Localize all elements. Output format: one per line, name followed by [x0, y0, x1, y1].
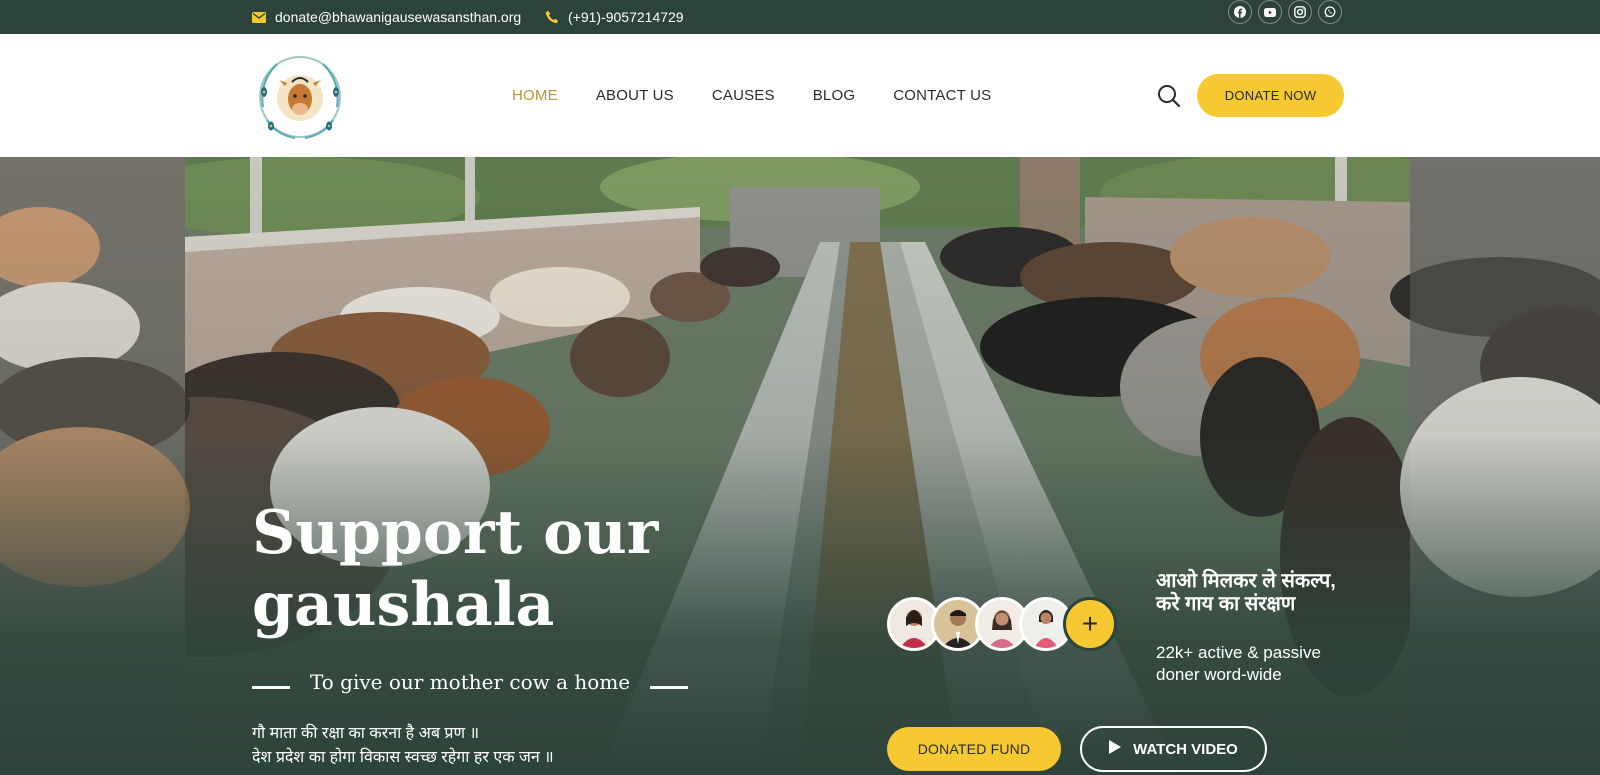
- envelope-icon: [252, 11, 266, 23]
- social-links: [1228, 0, 1342, 24]
- donor-count: 22k+ active & passive doner word-wide: [1156, 643, 1321, 684]
- add-donor-button[interactable]: +: [1063, 597, 1117, 651]
- pledge-heading: आओ मिलकर ले संकल्प, करे गाय का संरक्षण: [1156, 570, 1336, 615]
- email-text[interactable]: donate@bhawanigausewasansthan.org: [275, 9, 521, 25]
- hero-section: Support our gaushala To give our mother …: [0, 157, 1600, 775]
- donated-fund-button[interactable]: DONATED FUND: [887, 727, 1061, 771]
- donor-avatars: +: [887, 597, 1117, 651]
- whatsapp-icon[interactable]: [1318, 0, 1342, 24]
- tagline-right-line: [650, 685, 689, 689]
- site-header: HOME ABOUT US CAUSES BLOG CONTACT US DON…: [0, 34, 1600, 157]
- hero-title-line-1: Support our: [252, 498, 659, 568]
- phone-contact[interactable]: (+91)-9057214729: [545, 0, 684, 34]
- phone-text[interactable]: (+91)-9057214729: [568, 9, 684, 25]
- nav-about-us[interactable]: ABOUT US: [596, 87, 674, 104]
- facebook-icon[interactable]: [1228, 0, 1252, 24]
- desc-line-2: देश प्रदेश का होगा विकास स्वच्छ रहेगा हर…: [252, 749, 554, 766]
- watch-video-label: WATCH VIDEO: [1133, 740, 1238, 758]
- hero-gradient-overlay: [0, 157, 1600, 775]
- youtube-icon[interactable]: [1258, 0, 1282, 24]
- instagram-icon[interactable]: [1288, 0, 1312, 24]
- tagline-text: To give our mother cow a home: [310, 670, 631, 694]
- nav-contact-us[interactable]: CONTACT US: [893, 87, 991, 104]
- nav-home[interactable]: HOME: [512, 87, 558, 104]
- top-bar: donate@bhawanigausewasansthan.org (+91)-…: [0, 0, 1600, 34]
- hero-title: Support our gaushala: [252, 497, 672, 641]
- play-icon: [1109, 740, 1122, 758]
- donate-now-button[interactable]: DONATE NOW: [1197, 74, 1344, 117]
- email-contact[interactable]: donate@bhawanigausewasansthan.org: [252, 0, 521, 34]
- watch-video-button[interactable]: WATCH VIDEO: [1080, 726, 1267, 772]
- tagline-left-line: [252, 685, 290, 689]
- search-icon[interactable]: [1156, 83, 1182, 109]
- phone-icon: [545, 10, 559, 24]
- hero-description: गौ माता की रक्षा का करना है अब प्रण ॥ दे…: [252, 722, 554, 770]
- site-logo[interactable]: [255, 52, 345, 142]
- nav-blog[interactable]: BLOG: [813, 87, 855, 104]
- hero-title-line-2: gaushala: [252, 570, 555, 640]
- desc-line-1: गौ माता की रक्षा का करना है अब प्रण ॥: [252, 725, 480, 742]
- main-nav: HOME ABOUT US CAUSES BLOG CONTACT US: [512, 34, 1029, 157]
- hero-tagline: To give our mother cow a home: [252, 667, 689, 697]
- nav-causes[interactable]: CAUSES: [712, 87, 775, 104]
